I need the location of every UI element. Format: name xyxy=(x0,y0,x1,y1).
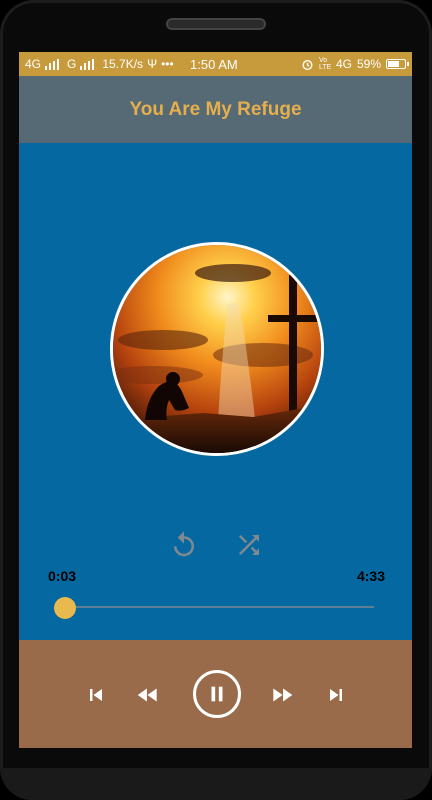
rewind-button[interactable] xyxy=(133,680,163,710)
phone-frame: 4G G 15.7K/s Ψ ••• 1:50 AM Vo LTE 4G 59% xyxy=(0,0,432,800)
volte-label: Vo LTE xyxy=(318,57,332,71)
skip-next-button[interactable] xyxy=(321,680,351,710)
more-notifications-icon: ••• xyxy=(161,57,174,71)
app-bar: You Are My Refuge xyxy=(19,76,412,143)
network-type-label-2: G xyxy=(67,57,77,71)
pause-button[interactable] xyxy=(193,670,241,718)
pause-icon xyxy=(211,686,223,702)
signal-icon-2 xyxy=(80,58,95,70)
network-type-label: 4G xyxy=(25,57,42,71)
status-bar: 4G G 15.7K/s Ψ ••• 1:50 AM Vo LTE 4G 59% xyxy=(19,52,412,76)
seek-bar-track[interactable] xyxy=(61,606,374,608)
signal-icon xyxy=(45,58,60,70)
skip-previous-icon xyxy=(90,689,102,701)
usb-icon: Ψ xyxy=(147,57,158,71)
skip-next-icon xyxy=(330,689,342,701)
elapsed-time: 0:03 xyxy=(48,568,77,584)
network-speed: 15.7K/s xyxy=(102,57,144,71)
shuffle-button[interactable] xyxy=(232,528,266,562)
status-time: 1:50 AM xyxy=(190,57,238,72)
playback-controls xyxy=(19,640,412,748)
fast-forward-icon xyxy=(273,688,293,702)
repeat-button[interactable] xyxy=(167,528,201,562)
fast-forward-button[interactable] xyxy=(267,680,297,710)
alarm-icon xyxy=(302,59,313,70)
total-duration: 4:33 xyxy=(356,568,385,584)
repeat-icon xyxy=(174,531,194,557)
song-title: You Are My Refuge xyxy=(129,98,302,120)
rewind-icon xyxy=(137,688,157,702)
shuffle-icon xyxy=(239,535,259,555)
album-artwork xyxy=(110,242,324,456)
phone-bottom-bezel xyxy=(0,768,432,800)
album-artwork-image xyxy=(113,245,321,453)
network-4g-label: 4G xyxy=(335,57,352,71)
screen: 4G G 15.7K/s Ψ ••• 1:50 AM Vo LTE 4G 59% xyxy=(19,52,412,748)
battery-percent: 59% xyxy=(356,57,381,71)
battery-icon xyxy=(386,59,409,69)
seek-bar-thumb[interactable] xyxy=(54,597,77,619)
status-right: Vo LTE 4G 59% xyxy=(301,57,409,71)
skip-previous-button[interactable] xyxy=(81,680,111,710)
phone-speaker xyxy=(166,18,266,30)
status-left: 4G G 15.7K/s Ψ ••• xyxy=(25,57,174,71)
